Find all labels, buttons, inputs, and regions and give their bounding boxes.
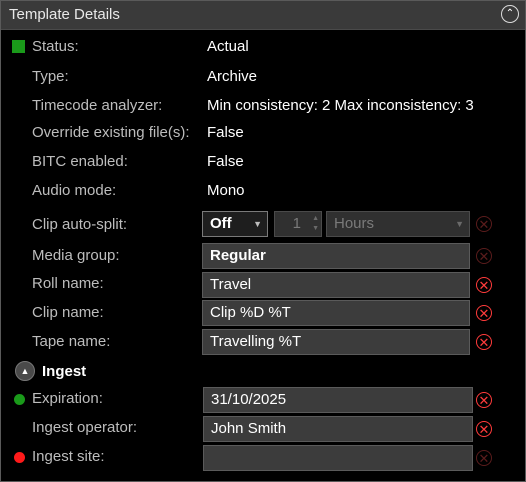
panel-title: Template Details	[9, 6, 120, 23]
media-group-field[interactable]: Regular	[202, 243, 470, 269]
clip-split-unit-value: Hours	[334, 215, 375, 232]
ingest-site-indicator-icon	[14, 452, 25, 463]
ingest-site-field[interactable]	[203, 445, 473, 471]
tape-name-field[interactable]: Travelling %T	[202, 329, 470, 355]
clip-name-label: Clip name:	[32, 304, 104, 321]
expiration-field[interactable]: 31/10/2025	[203, 387, 473, 413]
clip-split-unit-select[interactable]: Hours ▼	[326, 211, 470, 237]
bitc-label: BITC enabled:	[32, 153, 128, 170]
status-indicator-icon	[12, 40, 25, 53]
ingest-collapse-icon[interactable]: ▲	[15, 361, 35, 381]
clip-name-field[interactable]: Clip %D %T	[202, 300, 470, 326]
clip-split-mode-select[interactable]: Off ▼	[202, 211, 268, 237]
ingest-section-title: Ingest	[42, 363, 87, 380]
panel-header: Template Details ⌃	[1, 1, 525, 30]
collapse-icon[interactable]: ⌃	[501, 5, 519, 23]
status-label: Status:	[32, 38, 79, 55]
expiration-indicator-icon	[14, 394, 25, 405]
clear-tape-name-icon[interactable]: ✕	[476, 334, 492, 350]
chevron-down-icon: ▼	[455, 219, 464, 229]
expiration-label: Expiration:	[32, 390, 103, 407]
clip-split-mode-value: Off	[210, 215, 232, 232]
clip-split-count-value: 1	[292, 215, 301, 232]
override-value: False	[207, 124, 244, 141]
clip-split-count-stepper[interactable]: 1 ▲ ▼	[274, 211, 322, 237]
clear-clip-name-icon[interactable]: ✕	[476, 305, 492, 321]
timecode-analyzer-label: Timecode analyzer:	[32, 97, 163, 114]
stepper-arrows-icon[interactable]: ▲ ▼	[312, 214, 319, 234]
override-label: Override existing file(s):	[32, 124, 190, 141]
clear-expiration-icon[interactable]: ✕	[476, 392, 492, 408]
ingest-operator-field[interactable]: John Smith	[203, 416, 473, 442]
ingest-site-label: Ingest site:	[32, 448, 105, 465]
ingest-operator-label: Ingest operator:	[32, 419, 138, 436]
audio-mode-value: Mono	[207, 182, 245, 199]
clear-ingest-site-icon[interactable]: ✕	[476, 450, 492, 466]
timecode-analyzer-value: Min consistency: 2 Max inconsistency: 3	[207, 97, 474, 114]
clear-clip-split-icon[interactable]: ✕	[476, 216, 492, 232]
roll-name-field[interactable]: Travel	[202, 272, 470, 298]
template-details-panel: Template Details ⌃ Status: Actual Type: …	[0, 0, 526, 482]
chevron-down-icon: ▼	[253, 219, 262, 229]
bitc-value: False	[207, 153, 244, 170]
clip-auto-split-label: Clip auto-split:	[32, 216, 128, 233]
audio-mode-label: Audio mode:	[32, 182, 117, 199]
type-value: Archive	[207, 68, 258, 85]
clear-ingest-operator-icon[interactable]: ✕	[476, 421, 492, 437]
status-value: Actual	[207, 38, 249, 55]
media-group-label: Media group:	[32, 247, 120, 264]
clear-roll-name-icon[interactable]: ✕	[476, 277, 492, 293]
type-label: Type:	[32, 68, 69, 85]
tape-name-label: Tape name:	[32, 333, 111, 350]
roll-name-label: Roll name:	[32, 275, 104, 292]
clear-media-group-icon[interactable]: ✕	[476, 248, 492, 264]
